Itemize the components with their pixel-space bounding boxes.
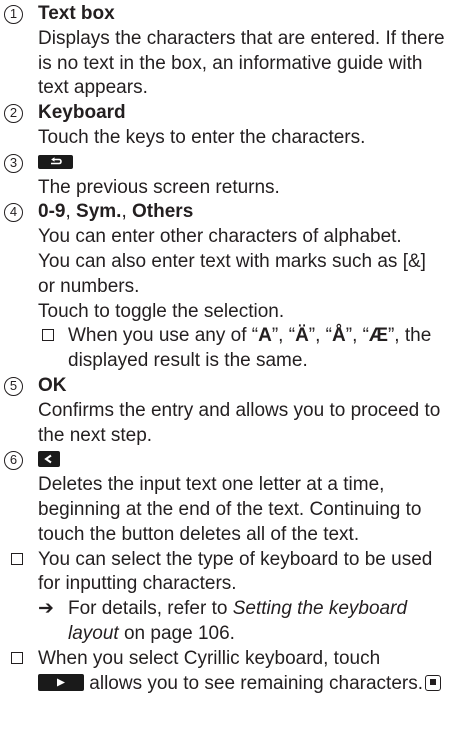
reference-note: ➔ For details, refer to Setting the keyb…: [4, 597, 456, 647]
reference-arrow-icon: ➔: [38, 598, 54, 620]
item-description: The previous screen returns.: [38, 176, 280, 198]
item-alt-characters: 4 0-9, Sym., Others You can enter other …: [4, 200, 456, 374]
delete-left-icon: [38, 450, 60, 467]
note-checkbox-icon: [11, 651, 23, 664]
note-text: You can select the type of keyboard to b…: [38, 548, 433, 595]
reference-prefix: For details, refer to: [68, 598, 233, 620]
title-separator: ,: [65, 201, 77, 223]
item-ok: 5 OK Confirms the entry and allows you t…: [4, 374, 456, 448]
title-part-symbols: Sym.: [76, 201, 122, 223]
reference-suffix: on page 106.: [118, 622, 235, 644]
title-part-numbers: 0-9: [38, 201, 66, 223]
item-description: Touch the keys to enter the characters.: [38, 126, 366, 148]
note-char: Å: [332, 325, 346, 347]
note-char: A: [258, 325, 272, 347]
note-char: Ä: [295, 325, 309, 347]
item-description: Displays the characters that are entered…: [38, 27, 445, 99]
item-title: 0-9, Sym., Others: [38, 200, 456, 225]
note-prefix: When you use any of “: [68, 325, 259, 347]
item-back-button: 3 The previous screen returns.: [4, 151, 456, 201]
end-mark-icon: [425, 674, 441, 691]
circle-number-icon: 2: [4, 104, 23, 124]
item-delete-button: 6 Deletes the input text one letter at a…: [4, 448, 456, 547]
title-part-others: Others: [132, 201, 194, 223]
item-keyboard: 2 Keyboard Touch the keys to enter the c…: [4, 101, 456, 151]
circle-number-icon: 3: [4, 153, 23, 173]
item-description: Deletes the input text one letter at a t…: [38, 474, 422, 545]
item-description-line: You can enter other characters of alphab…: [38, 226, 402, 248]
back-arrow-icon: [38, 154, 73, 169]
next-play-icon: [38, 673, 84, 691]
circle-number-icon: 4: [4, 203, 23, 223]
manual-page: 1 Text box Displays the characters that …: [0, 0, 456, 752]
note-text: allows you to see remaining characters.: [89, 672, 423, 694]
item-title: Text box: [38, 3, 115, 24]
item-description-line: or numbers.: [38, 275, 140, 297]
note-checkbox-icon: [42, 329, 54, 342]
character-note: When you use any of “A”, “Ä”, “Å”, “Æ”, …: [38, 324, 456, 374]
note-text: When you select Cyrillic keyboard, touch: [38, 647, 381, 669]
circle-number-icon: 6: [4, 451, 23, 471]
item-description: Confirms the entry and allows you to pro…: [38, 399, 441, 446]
circle-number-icon: 5: [4, 376, 23, 396]
item-title: OK: [38, 374, 67, 396]
keyboard-type-note: You can select the type of keyboard to b…: [4, 548, 456, 598]
item-text-box: 1 Text box Displays the characters that …: [4, 2, 456, 101]
item-description-line: Touch to toggle the selection.: [38, 300, 285, 322]
title-separator: ,: [121, 201, 133, 223]
note-char: Æ: [368, 325, 388, 347]
note-checkbox-icon: [11, 552, 23, 565]
item-description-line: You can also enter text with marks such …: [38, 250, 426, 272]
item-title: Keyboard: [38, 102, 126, 124]
circle-number-icon: 1: [4, 5, 23, 24]
cyrillic-note: When you select Cyrillic keyboard, touch…: [4, 647, 456, 697]
